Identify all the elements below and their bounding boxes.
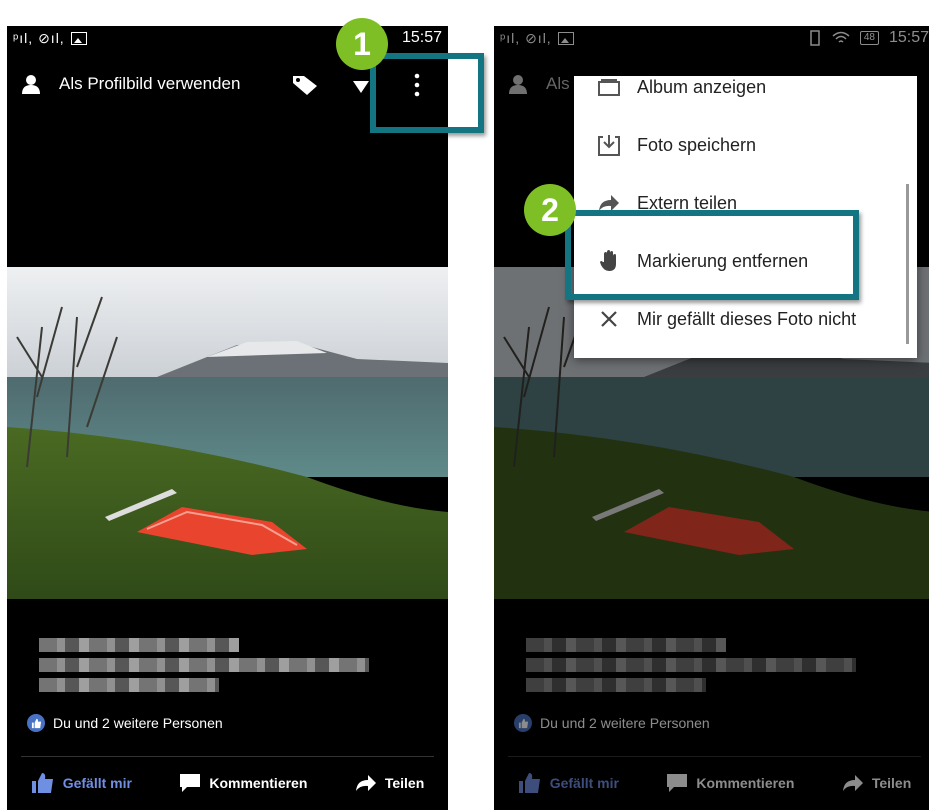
status-time: 15:57 xyxy=(401,29,442,46)
close-icon xyxy=(596,306,622,332)
highlight-remove-tag xyxy=(565,210,859,300)
phone-screen-left: ᵖıl, ⊘ıl, 15:57 Als Profilbild verwenden xyxy=(7,26,448,810)
post-action-bar: Gefällt mir Kommentieren Teilen xyxy=(7,768,448,798)
highlight-more-options xyxy=(370,53,484,133)
signal-indicators: ᵖıl, ⊘ıl, xyxy=(13,30,65,46)
menu-label: Mir gefällt dieses Foto nicht xyxy=(637,308,857,329)
divider xyxy=(21,756,434,757)
share-button[interactable]: Teilen xyxy=(355,768,424,798)
likes-text: Du und 2 weitere Personen xyxy=(53,715,223,731)
set-as-profile-picture[interactable]: Als Profilbild verwenden xyxy=(59,74,240,94)
phone-screen-right: ᵖıl, ⊘ıl, 48 15:57 Als Du und 2 weitere … xyxy=(494,26,929,810)
profile-person-icon xyxy=(22,75,40,94)
thumbs-up-icon xyxy=(31,773,53,793)
menu-item-album[interactable]: Album anzeigen xyxy=(574,76,917,116)
menu-scrollbar[interactable] xyxy=(906,184,909,344)
share-label: Teilen xyxy=(384,775,425,791)
menu-label: Foto speichern xyxy=(637,134,757,155)
lake-photo xyxy=(7,267,448,599)
post-caption-blurred xyxy=(39,638,369,698)
like-label: Gefällt mir xyxy=(62,775,132,791)
like-badge-icon xyxy=(27,714,45,732)
comment-label: Kommentieren xyxy=(209,775,308,791)
menu-item-save-photo[interactable]: Foto speichern xyxy=(574,116,917,174)
menu-label: Album anzeigen xyxy=(637,76,767,97)
share-arrow-icon xyxy=(355,775,376,791)
step-1-badge: 1 xyxy=(336,18,388,70)
tag-icon[interactable] xyxy=(292,74,318,96)
location-icon[interactable] xyxy=(352,76,370,94)
step-2-badge: 2 xyxy=(524,184,576,236)
comment-button[interactable]: Kommentieren xyxy=(179,768,307,798)
comment-icon xyxy=(180,774,201,792)
likes-summary[interactable]: Du und 2 weitere Personen xyxy=(27,714,223,732)
image-notification-icon xyxy=(70,32,87,45)
download-icon xyxy=(596,132,622,158)
like-button[interactable]: Gefällt mir xyxy=(31,768,132,798)
album-icon xyxy=(596,76,622,100)
